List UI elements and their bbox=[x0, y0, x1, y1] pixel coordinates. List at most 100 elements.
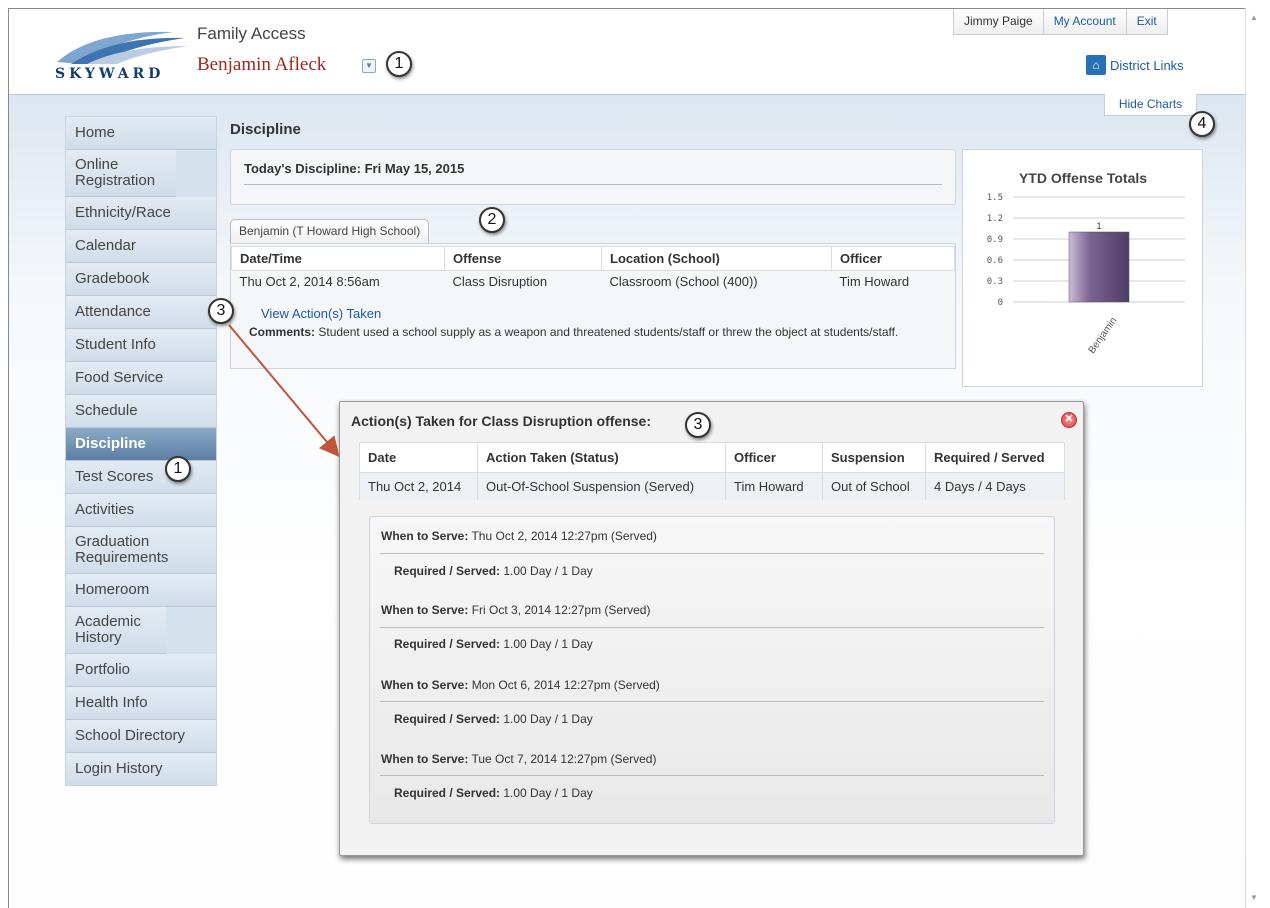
serve-when: When to Serve: Tue Oct 7, 2014 12:27pm (… bbox=[381, 752, 656, 766]
serve-required-value: 1.00 Day / 1 Day bbox=[500, 564, 593, 578]
table-header-row: Date Action Taken (Status) Officer Suspe… bbox=[359, 442, 1065, 473]
cell-required-served: 4 Days / 4 Days bbox=[925, 472, 1065, 500]
sidebar-item-academic-history[interactable]: Academic History bbox=[66, 607, 166, 654]
serve-divider bbox=[380, 701, 1044, 702]
dialog-title: Action(s) Taken for Class Disruption off… bbox=[351, 413, 651, 429]
student-name[interactable]: Benjamin Afleck bbox=[197, 54, 326, 76]
cell-location: Classroom (School (400)) bbox=[609, 274, 758, 289]
my-account-link[interactable]: My Account bbox=[1042, 9, 1126, 34]
logo-text: SKYWARD bbox=[55, 66, 165, 82]
chart-title: YTD Offense Totals bbox=[1019, 170, 1147, 186]
ytd-offense-chart: YTD Offense Totals 0 0.3 0.6 0.9 1.2 1.5 1 Benja… bbox=[962, 149, 1203, 387]
comments-text: Comments: Student used a school supply a… bbox=[249, 326, 949, 339]
sidebar-item-portfolio[interactable]: Portfolio bbox=[66, 654, 216, 687]
column-header: Location (School) bbox=[601, 246, 832, 271]
district-links-label: District Links bbox=[1110, 57, 1184, 73]
building-icon: ⌂ bbox=[1086, 55, 1106, 75]
serve-required-label: Required / Served: bbox=[394, 786, 501, 800]
serve-divider bbox=[380, 627, 1044, 628]
column-header: Required / Served bbox=[925, 442, 1065, 473]
comments-label: Comments: bbox=[249, 325, 316, 339]
serve-required-value: 1.00 Day / 1 Day bbox=[500, 786, 593, 800]
district-links-link[interactable]: ⌂ District Links bbox=[1086, 55, 1184, 75]
sidebar-item-test-scores[interactable]: Test Scores bbox=[66, 461, 216, 494]
column-header: Officer bbox=[831, 246, 955, 271]
serve-required-label: Required / Served: bbox=[394, 637, 501, 651]
header-divider bbox=[9, 94, 1245, 95]
serve-required: Required / Served: 1.00 Day / 1 Day bbox=[394, 712, 593, 726]
sidebar-item-activities[interactable]: Activities bbox=[66, 494, 216, 527]
callout-2: 2 bbox=[479, 207, 505, 233]
sidebar-item-login-history[interactable]: Login History bbox=[66, 753, 216, 785]
column-header: Date/Time bbox=[231, 246, 445, 271]
sidebar-item-graduation-requirements[interactable]: Graduation Requirements bbox=[66, 527, 216, 574]
chart-svg: YTD Offense Totals 0 0.3 0.6 0.9 1.2 1.5 1 Benja… bbox=[987, 170, 1185, 356]
serve-when: When to Serve: Fri Oct 3, 2014 12:27pm (… bbox=[381, 603, 650, 617]
callout-3: 3 bbox=[208, 298, 234, 324]
serve-required-label: Required / Served: bbox=[394, 712, 501, 726]
sidebar-item-food-service[interactable]: Food Service bbox=[66, 362, 216, 395]
sidebar-item-ethnicity-race[interactable]: Ethnicity/Race bbox=[66, 197, 216, 230]
sidebar-item-discipline[interactable]: Discipline bbox=[66, 428, 216, 461]
data-label: 1 bbox=[1096, 221, 1101, 231]
actions-table: Date Action Taken (Status) Officer Suspe… bbox=[359, 442, 1065, 500]
cell-action: Out-Of-School Suspension (Served) bbox=[477, 472, 726, 500]
logo-swoosh-icon bbox=[57, 31, 189, 64]
sidebar-nav: Home Online Registration Ethnicity/Race … bbox=[65, 116, 217, 786]
today-discipline-heading: Today's Discipline: Fri May 15, 2015 bbox=[244, 161, 465, 176]
sidebar-item-calendar[interactable]: Calendar bbox=[66, 230, 216, 263]
serve-when-label: When to Serve: bbox=[381, 603, 469, 617]
hide-charts-tab[interactable]: Hide Charts bbox=[1104, 94, 1197, 116]
today-discipline-panel: Today's Discipline: Fri May 15, 2015 bbox=[230, 149, 956, 205]
discipline-records-panel: Date/Time Offense Location (School) Offi… bbox=[230, 243, 956, 369]
serve-when-label: When to Serve: bbox=[381, 529, 469, 543]
view-actions-link[interactable]: View Action(s) Taken bbox=[261, 306, 381, 321]
bar bbox=[1068, 231, 1130, 303]
serve-when: When to Serve: Thu Oct 2, 2014 12:27pm (… bbox=[381, 529, 657, 543]
sidebar-item-homeroom[interactable]: Homeroom bbox=[66, 574, 216, 607]
sidebar-item-gradebook[interactable]: Gradebook bbox=[66, 263, 216, 296]
serve-required: Required / Served: 1.00 Day / 1 Day bbox=[394, 786, 593, 800]
tab-school[interactable]: Benjamin (T Howard High School) bbox=[230, 219, 430, 243]
cell-suspension: Out of School bbox=[822, 472, 926, 500]
serve-divider bbox=[380, 553, 1044, 554]
sidebar-item-home[interactable]: Home bbox=[66, 117, 216, 150]
cell-offense: Class Disruption bbox=[452, 274, 548, 289]
scroll-up-icon[interactable]: ▲ bbox=[1250, 14, 1258, 22]
table-row: Thu Oct 2, 2014 Out-Of-School Suspension… bbox=[359, 472, 1065, 500]
column-header: Action Taken (Status) bbox=[477, 442, 726, 473]
y-tick-label: 1.2 bbox=[987, 214, 1003, 224]
app-title: Family Access bbox=[197, 24, 306, 43]
cell-date: Thu Oct 2, 2014 bbox=[359, 472, 478, 500]
vertical-scrollbar[interactable]: ▲ ▼ bbox=[1245, 8, 1262, 908]
skyward-logo: SKYWARD bbox=[53, 26, 193, 84]
today-divider bbox=[244, 184, 942, 185]
sidebar-item-school-directory[interactable]: School Directory bbox=[66, 720, 216, 753]
column-header: Officer bbox=[725, 442, 823, 473]
callout-3: 3 bbox=[685, 412, 711, 438]
close-icon[interactable]: ✕ bbox=[1061, 412, 1077, 428]
sidebar-item-health-info[interactable]: Health Info bbox=[66, 687, 216, 720]
y-tick-label: 0.3 bbox=[987, 277, 1003, 287]
cell-date: Thu Oct 2, 2014 8:56am bbox=[239, 274, 380, 289]
student-dropdown-icon[interactable]: ▼ bbox=[362, 59, 376, 73]
serve-when: When to Serve: Mon Oct 6, 2014 12:27pm (… bbox=[381, 678, 660, 692]
serve-required-label: Required / Served: bbox=[394, 564, 501, 578]
callout-4: 4 bbox=[1189, 111, 1215, 137]
serve-when-value: Fri Oct 3, 2014 12:27pm (Served) bbox=[468, 603, 651, 617]
sidebar-item-student-info[interactable]: Student Info bbox=[66, 329, 216, 362]
officer-link[interactable]: Tim Howard bbox=[725, 472, 823, 500]
serve-when-value: Tue Oct 7, 2014 12:27pm (Served) bbox=[468, 752, 657, 766]
sidebar-item-schedule[interactable]: Schedule bbox=[66, 395, 216, 428]
sidebar-item-online-registration[interactable]: Online Registration bbox=[66, 150, 176, 197]
y-tick-label: 0.6 bbox=[987, 256, 1003, 266]
officer-link[interactable]: Tim Howard bbox=[832, 271, 955, 293]
sidebar-item-attendance[interactable]: Attendance bbox=[66, 296, 216, 329]
y-tick-label: 0 bbox=[998, 298, 1003, 308]
serve-when-value: Thu Oct 2, 2014 12:27pm (Served) bbox=[468, 529, 657, 543]
exit-link[interactable]: Exit bbox=[1125, 9, 1167, 34]
account-bar: Jimmy Paige My Account Exit bbox=[953, 9, 1168, 35]
serve-when-value: Mon Oct 6, 2014 12:27pm (Served) bbox=[468, 678, 660, 692]
scroll-down-icon[interactable]: ▼ bbox=[1250, 894, 1258, 902]
y-tick-label: 0.9 bbox=[987, 235, 1003, 245]
